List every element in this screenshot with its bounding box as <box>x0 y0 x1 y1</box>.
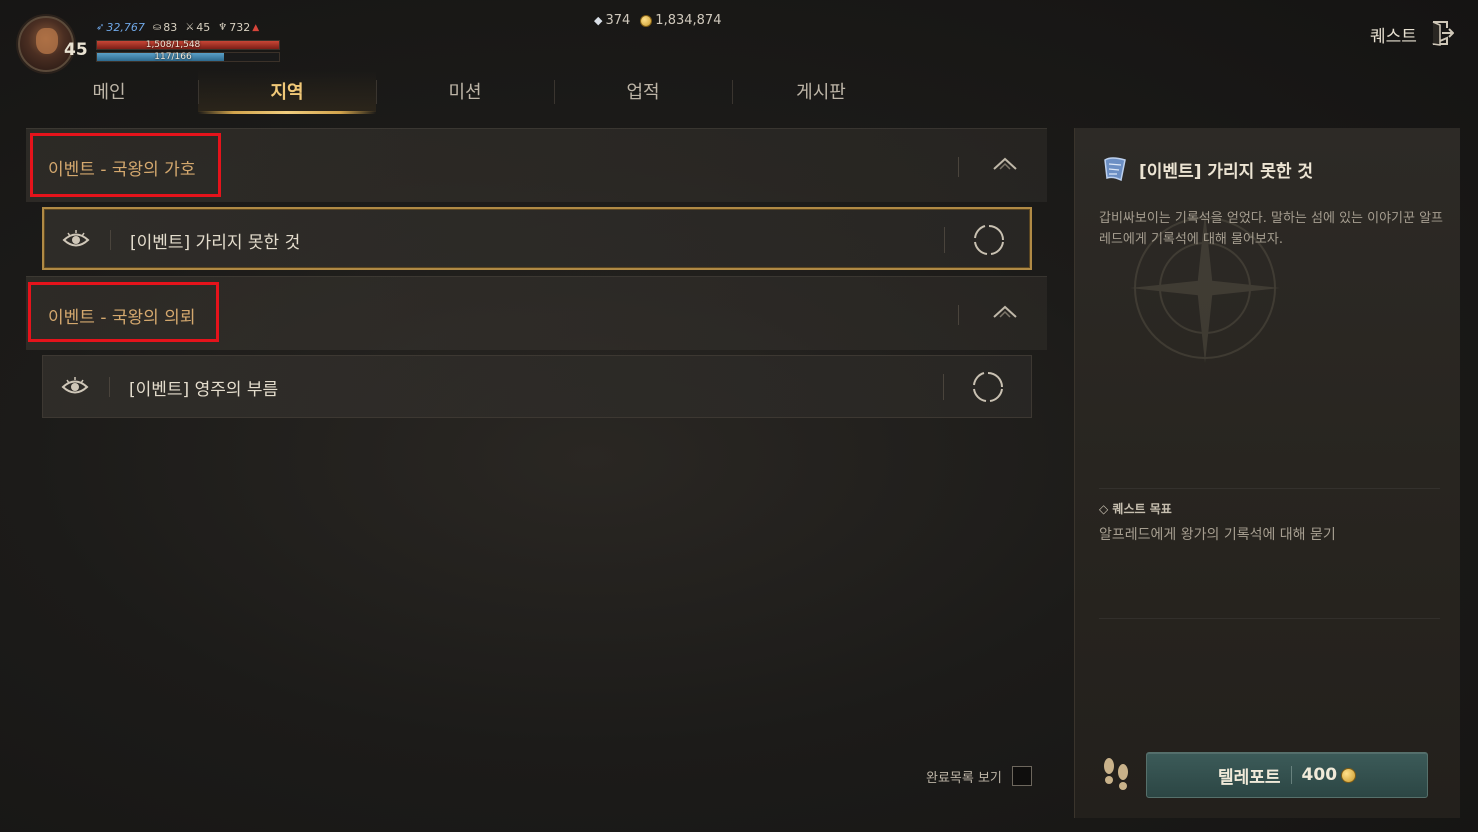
tab-region[interactable]: 지역 <box>198 70 376 114</box>
gold-coin-icon <box>640 14 653 27</box>
quest-name: [이벤트] 가리지 못한 것 <box>130 233 301 253</box>
gem-currency: ◆ 374 <box>594 13 630 28</box>
stat-four: ♆ 732 ▲ <box>218 21 259 34</box>
stat-four-value: 732 <box>229 21 251 34</box>
combat-power: ➶ 32,767 <box>96 21 145 34</box>
stat-two-value: 83 <box>163 21 178 34</box>
gem-amount: 374 <box>605 13 631 28</box>
show-completed-toggle[interactable]: 완료목록 보기 <box>926 766 1032 786</box>
stat-two: ⛀ 83 <box>153 21 177 34</box>
progress-ring-icon <box>974 225 1004 255</box>
trophy-icon: ♆ <box>218 22 228 33</box>
player-hud: 45 ➶ 32,767 ⛀ 83 ⚔ 45 ♆ 732 ▲ 1,508/1,54… <box>18 12 288 72</box>
row-divider <box>943 374 944 400</box>
teleport-cost-value: 400 <box>1301 765 1338 785</box>
collapse-chevron-icon[interactable] <box>992 303 1018 321</box>
row-divider <box>944 227 945 253</box>
mp-text: 117/166 <box>154 52 192 62</box>
footsteps-icon <box>1104 758 1128 790</box>
stat-three-value: 45 <box>196 21 211 34</box>
header-divider <box>958 305 959 325</box>
hp-bar: 1,508/1,548 <box>96 40 280 50</box>
player-stats: ➶ 32,767 ⛀ 83 ⚔ 45 ♆ 732 ▲ <box>96 21 259 34</box>
objective-label: ◇ 퀘스트 목표 <box>1099 502 1172 516</box>
quest-item[interactable]: [이벤트] 가리지 못한 것 <box>42 207 1032 270</box>
quest-tabs: 메인 지역 미션 업적 게시판 <box>20 70 910 114</box>
diamond-icon: ◆ <box>594 14 603 27</box>
quest-detail-panel: [이벤트] 가리지 못한 것 갑비싸보이는 기록석을 얻었다. 말하는 섬에 있… <box>1074 128 1460 818</box>
tab-board[interactable]: 게시판 <box>732 70 910 112</box>
teleport-button[interactable]: 텔레포트 400 <box>1146 752 1428 798</box>
tab-main[interactable]: 메인 <box>20 70 198 112</box>
show-completed-label: 완료목록 보기 <box>926 770 1002 786</box>
divider <box>1099 488 1440 489</box>
gold-amount: 1,834,874 <box>655 13 722 28</box>
scroll-icon <box>1104 157 1126 182</box>
stat-three: ⚔ 45 <box>185 21 210 34</box>
hp-text: 1,508/1,548 <box>145 40 201 50</box>
combat-power-value: 32,767 <box>106 21 145 34</box>
detail-header: [이벤트] 가리지 못한 것 <box>1101 154 1313 184</box>
tab-mission[interactable]: 미션 <box>376 70 554 112</box>
tab-achievement[interactable]: 업적 <box>554 70 732 112</box>
button-divider <box>1290 766 1292 784</box>
row-divider <box>109 377 110 397</box>
up-arrow-icon: ▲ <box>252 22 260 33</box>
teleport-cost: 400 <box>1302 765 1357 785</box>
eye-icon[interactable] <box>62 229 90 251</box>
show-completed-checkbox[interactable] <box>1011 766 1032 786</box>
quest-description: 갑비싸보이는 기록석을 얻었다. 말하는 섬에 있는 이야기꾼 알프레드에게 기… <box>1099 211 1444 247</box>
highlight-box <box>30 133 221 197</box>
row-divider <box>110 230 111 250</box>
mp-bar: 117/166 <box>96 52 280 62</box>
detail-title: [이벤트] 가리지 못한 것 <box>1139 161 1314 182</box>
collapse-chevron-icon[interactable] <box>992 155 1018 173</box>
gold-currency: 1,834,874 <box>640 13 721 28</box>
divider <box>1099 618 1440 619</box>
gold-coin-icon <box>1341 767 1357 783</box>
exit-icon[interactable] <box>1430 20 1454 46</box>
quest-name: [이벤트] 영주의 부름 <box>129 380 279 400</box>
bag-icon: ⛀ <box>152 22 162 33</box>
sword-icon: ⚔ <box>185 22 195 33</box>
feather-icon: ➶ <box>96 22 105 33</box>
highlight-box <box>28 282 219 342</box>
eye-icon[interactable] <box>61 376 89 398</box>
progress-ring-icon <box>973 372 1003 402</box>
objective-text: 알프레드에게 왕가의 기록석에 대해 묻기 <box>1099 527 1336 543</box>
teleport-label: 텔레포트 <box>1217 767 1281 788</box>
currency-bar: ◆ 374 1,834,874 <box>594 13 721 28</box>
quest-item[interactable]: [이벤트] 영주의 부름 <box>42 355 1032 418</box>
page-title: 퀘스트 <box>1370 27 1417 47</box>
header-divider <box>958 157 959 177</box>
